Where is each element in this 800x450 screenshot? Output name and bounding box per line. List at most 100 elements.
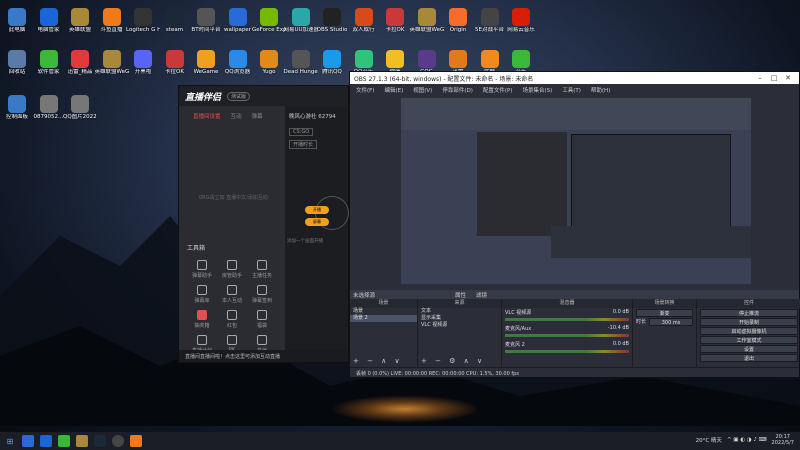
maximize-icon[interactable]: □ — [767, 74, 781, 82]
tray-icons[interactable]: ^ ▣ ◐ ◑ ♪ ⌨ — [727, 437, 767, 443]
lol-icon[interactable]: 英雄联盟WeGame — [95, 50, 129, 75]
taskbar-obs-icon[interactable] — [112, 435, 124, 447]
close-icon[interactable]: ✕ — [781, 74, 795, 82]
control-button[interactable]: 设置 — [700, 345, 798, 353]
tool-item[interactable]: 福袋 — [247, 310, 277, 329]
filters-button[interactable]: 滤镜 — [476, 291, 487, 299]
software-icon[interactable]: 软件管家 — [32, 50, 66, 75]
lol-icon[interactable]: 英雄联盟WeGame版 — [410, 8, 444, 33]
menu-item[interactable]: 帮助(H) — [591, 86, 610, 94]
tool-item[interactable]: 主播任务 — [247, 260, 277, 279]
taskbar-app-icon[interactable] — [22, 435, 34, 447]
obs-window[interactable]: OBS 27.1.3 (64-bit, windows) - 配置文件: 未命名… — [349, 71, 800, 378]
shield-icon[interactable]: 电脑管家 — [32, 8, 66, 33]
control-button[interactable]: 启动虚拟摄像机 — [700, 327, 798, 335]
sources-toolbar[interactable]: + − ⚙ ∧ ∨ — [421, 357, 485, 365]
ghub-icon[interactable]: Logitech G HUB — [126, 8, 160, 33]
menu-item[interactable]: 配置文件(P) — [483, 86, 513, 94]
source-item[interactable]: 文本 — [418, 308, 501, 315]
system-tray: 20°C 晴天 ^ ▣ ◐ ◑ ♪ ⌨ 20:17 2022/5/7 — [696, 434, 794, 446]
volume-meter[interactable] — [505, 350, 629, 353]
control-button[interactable]: 开始录制 — [700, 318, 798, 326]
control-panel-icon[interactable]: 控制面板 — [0, 95, 34, 120]
start-live-button[interactable]: 开播 — [305, 206, 329, 214]
game-icon[interactable]: 卡拉OK — [378, 8, 412, 33]
source-item[interactable]: 显示采集 — [418, 315, 501, 322]
menu-item[interactable]: 编辑(E) — [384, 86, 403, 94]
clock[interactable]: 20:17 2022/5/7 — [772, 434, 794, 446]
kaiheila-icon[interactable]: 开黑啦 — [126, 50, 160, 75]
app-icon — [449, 50, 467, 68]
menu-item[interactable]: 文件(F) — [356, 86, 374, 94]
recycle-bin-icon[interactable]: 回收站 — [0, 50, 34, 75]
image-icon[interactable]: 0879052… — [32, 95, 66, 120]
game-icon[interactable]: Yugo — [252, 50, 286, 75]
shield-icon — [39, 8, 58, 26]
game-icon — [260, 50, 278, 68]
menu-item[interactable]: 场景集合(S) — [522, 86, 552, 94]
volume-meter[interactable] — [505, 318, 629, 321]
desktop-icon-label: steam — [165, 27, 184, 33]
tool-label: 主播任务 — [251, 273, 272, 279]
scene-item[interactable]: 场景 — [350, 308, 417, 315]
tool-item[interactable]: 抽奖箱 — [187, 310, 217, 329]
game-icon[interactable]: Dead Hunger — [284, 50, 318, 75]
menu-item[interactable]: 工具(T) — [562, 86, 581, 94]
room-tag[interactable]: CS:GO — [289, 128, 314, 136]
assistant-bottom-bar[interactable]: 直播间直播间啦！点击这里可添加互动直播 — [179, 350, 348, 362]
ghub-icon — [134, 8, 152, 26]
uu-icon[interactable]: 网易UU加速器 — [284, 8, 318, 33]
scenes-toolbar[interactable]: + − ∧ ∨ — [353, 357, 403, 365]
transition-select[interactable]: 渐变 — [636, 309, 693, 317]
tool-item[interactable]: 弹幕助手 — [187, 260, 217, 279]
netease-music-icon[interactable]: 网易云音乐 — [504, 8, 538, 33]
wegame-icon[interactable]: WeGame — [189, 50, 223, 75]
source-item[interactable]: VLC 视频源 — [418, 322, 501, 329]
tab-interaction[interactable]: 互动 — [231, 112, 242, 120]
app-icon[interactable]: BT时间平台 — [189, 8, 223, 33]
duration-input[interactable]: 300 ms — [649, 318, 693, 326]
weather-text[interactable]: 20°C 晴天 — [696, 436, 722, 444]
taskbar-app-icon[interactable] — [76, 435, 88, 447]
menu-item[interactable]: 视图(V) — [413, 86, 432, 94]
wallpaper-icon[interactable]: wallpaper — [221, 8, 255, 33]
tab-room-settings[interactable]: 直播间设置 — [193, 112, 221, 120]
nvidia-icon[interactable]: GeForce Experience — [252, 8, 286, 33]
tool-item[interactable]: 红包 — [217, 310, 247, 329]
tool-item[interactable]: 房管助手 — [217, 260, 247, 279]
minimize-icon[interactable]: – — [753, 74, 767, 82]
taskbar-app-icon[interactable] — [94, 435, 106, 447]
preview-mixer-copy — [551, 226, 751, 258]
qq-icon[interactable]: 腾讯QQ — [315, 50, 349, 75]
game-icon[interactable]: 双人成行 — [347, 8, 381, 33]
menu-item[interactable]: 停靠部件(D) — [442, 86, 473, 94]
tool-item[interactable]: 弹幕库 — [187, 285, 217, 304]
properties-button[interactable]: 属性 — [455, 291, 466, 299]
live-assistant-window[interactable]: 直播伴侣 测试版 直播间设置 互动 弹幕 0RG请立如 直播中文/添加互动 工具… — [178, 85, 349, 363]
tab-danmaku[interactable]: 弹幕 — [252, 112, 263, 120]
taskbar-app-icon[interactable] — [130, 435, 142, 447]
qq-browser-icon[interactable]: QQ浏览器 — [221, 50, 255, 75]
volume-meter[interactable] — [505, 334, 629, 337]
scene-item[interactable]: 场景 2 — [350, 315, 417, 322]
tool-item[interactable]: 本人互动 — [217, 285, 247, 304]
tool-item[interactable]: 弹幕签到 — [247, 285, 277, 304]
douyu-icon[interactable]: 斗鱼直播 — [95, 8, 129, 33]
image-icon[interactable]: QQ图片20220509… — [63, 95, 97, 120]
computer-icon[interactable]: 此电脑 — [0, 8, 34, 33]
taskbar-app-icon[interactable] — [40, 435, 52, 447]
taskbar-app-icon[interactable] — [58, 435, 70, 447]
control-button[interactable]: 停止推流 — [700, 309, 798, 317]
lol-icon[interactable]: 英雄联盟 — [63, 8, 97, 33]
obs-icon[interactable]: OBS Studio — [315, 8, 349, 33]
control-button[interactable]: 退出 — [700, 354, 798, 362]
game-icon[interactable]: 卡拉OK — [158, 50, 192, 75]
control-button[interactable]: 工作室模式 — [700, 336, 798, 344]
5e-icon[interactable]: 5E对战平台 — [473, 8, 507, 33]
screen-button[interactable]: 屏幕 — [305, 218, 329, 226]
start-icon[interactable]: ⊞ — [4, 435, 16, 447]
origin-icon[interactable]: Origin — [441, 8, 475, 33]
obs-preview[interactable] — [401, 98, 751, 284]
steam-icon[interactable]: steam — [158, 8, 192, 33]
xunlei-icon[interactable]: 迅雷_精品 — [63, 50, 97, 75]
